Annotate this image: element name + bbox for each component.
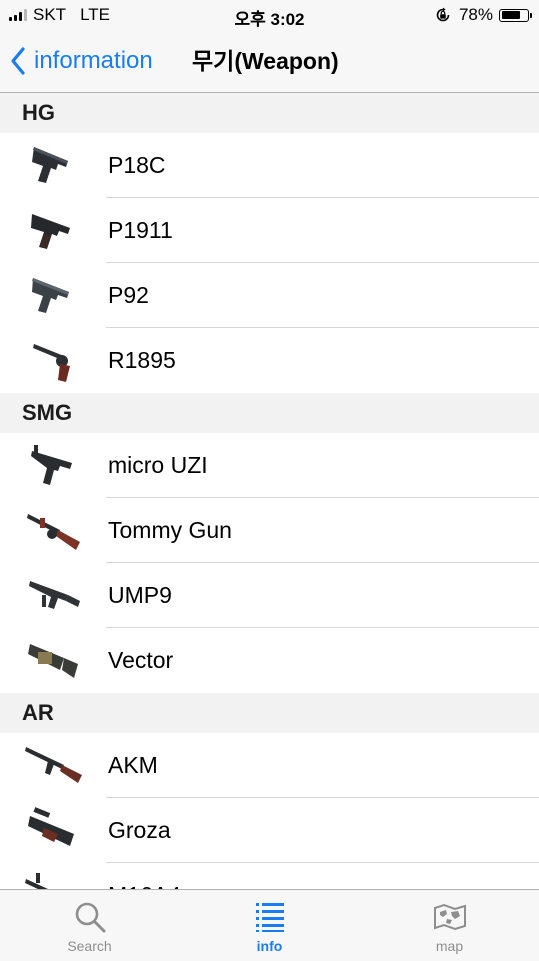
smg-icon bbox=[29, 581, 80, 609]
list-item-label: P92 bbox=[108, 282, 149, 308]
battery-icon bbox=[499, 8, 532, 22]
map-icon bbox=[433, 903, 466, 931]
list-item-label: Vector bbox=[108, 647, 174, 673]
list-icon bbox=[255, 903, 284, 932]
list-item-label: R1895 bbox=[108, 347, 176, 373]
list-item-label: AKM bbox=[108, 752, 158, 778]
section-header-ar: AR bbox=[0, 693, 539, 733]
tab-bar: Search info map bbox=[0, 889, 539, 961]
list-item[interactable]: M16A4 bbox=[0, 863, 539, 889]
list-item[interactable]: Vector bbox=[0, 628, 539, 693]
list-item[interactable]: P18C bbox=[0, 133, 539, 198]
battery-percent: 78% bbox=[458, 5, 493, 24]
tab-label: map bbox=[435, 938, 464, 954]
chevron-left-icon bbox=[11, 47, 25, 75]
list-item[interactable]: Tommy Gun bbox=[0, 498, 539, 563]
list-item[interactable]: micro UZI bbox=[0, 433, 539, 498]
tab-search[interactable]: Search bbox=[0, 890, 179, 961]
section-header-hg: HG bbox=[0, 93, 539, 133]
vector-icon bbox=[28, 644, 78, 678]
list-item-label: UMP9 bbox=[108, 582, 172, 608]
tab-label: info bbox=[256, 938, 283, 954]
rifle-icon bbox=[25, 747, 82, 783]
bullpup-rifle-icon bbox=[28, 807, 74, 846]
pistol-icon bbox=[32, 278, 69, 313]
list-item-label: micro UZI bbox=[108, 452, 208, 478]
section-header-smg: SMG bbox=[0, 393, 539, 433]
back-label: information bbox=[34, 47, 153, 74]
rifle-icon bbox=[25, 873, 48, 889]
search-icon bbox=[75, 902, 105, 933]
pistol-icon bbox=[31, 214, 70, 249]
list-item-label: Tommy Gun bbox=[108, 517, 232, 543]
list-item-label: P18C bbox=[108, 152, 166, 178]
list-item[interactable]: UMP9 bbox=[0, 563, 539, 628]
smg-icon bbox=[31, 445, 72, 485]
list-item[interactable]: P92 bbox=[0, 263, 539, 328]
tab-map[interactable]: map bbox=[360, 890, 539, 961]
list-item[interactable]: Groza bbox=[0, 798, 539, 863]
tab-label: Search bbox=[67, 938, 112, 954]
list-item[interactable]: R1895 bbox=[0, 328, 539, 393]
tab-info[interactable]: info bbox=[180, 890, 359, 961]
navigation-bar: information 무기(Weapon) bbox=[0, 30, 539, 93]
status-right: 78% bbox=[435, 5, 532, 25]
pistol-icon bbox=[32, 147, 68, 183]
tommy-gun-icon bbox=[27, 514, 80, 550]
page-title: 무기(Weapon) bbox=[192, 48, 339, 74]
status-bar: SKT LTE 오후 3:02 78% bbox=[0, 0, 539, 30]
weapon-list[interactable]: HG P18C P1911 P92 R1895 SMG micro UZI To… bbox=[0, 93, 539, 889]
list-item-label: P1911 bbox=[108, 217, 173, 243]
list-item-label: M16A4 bbox=[108, 863, 181, 889]
revolver-icon bbox=[33, 344, 70, 382]
back-button[interactable]: information bbox=[10, 30, 153, 92]
list-item-label: Groza bbox=[108, 817, 171, 843]
list-item[interactable]: AKM bbox=[0, 733, 539, 798]
rotation-lock-icon bbox=[436, 7, 450, 22]
list-item[interactable]: P1911 bbox=[0, 198, 539, 263]
